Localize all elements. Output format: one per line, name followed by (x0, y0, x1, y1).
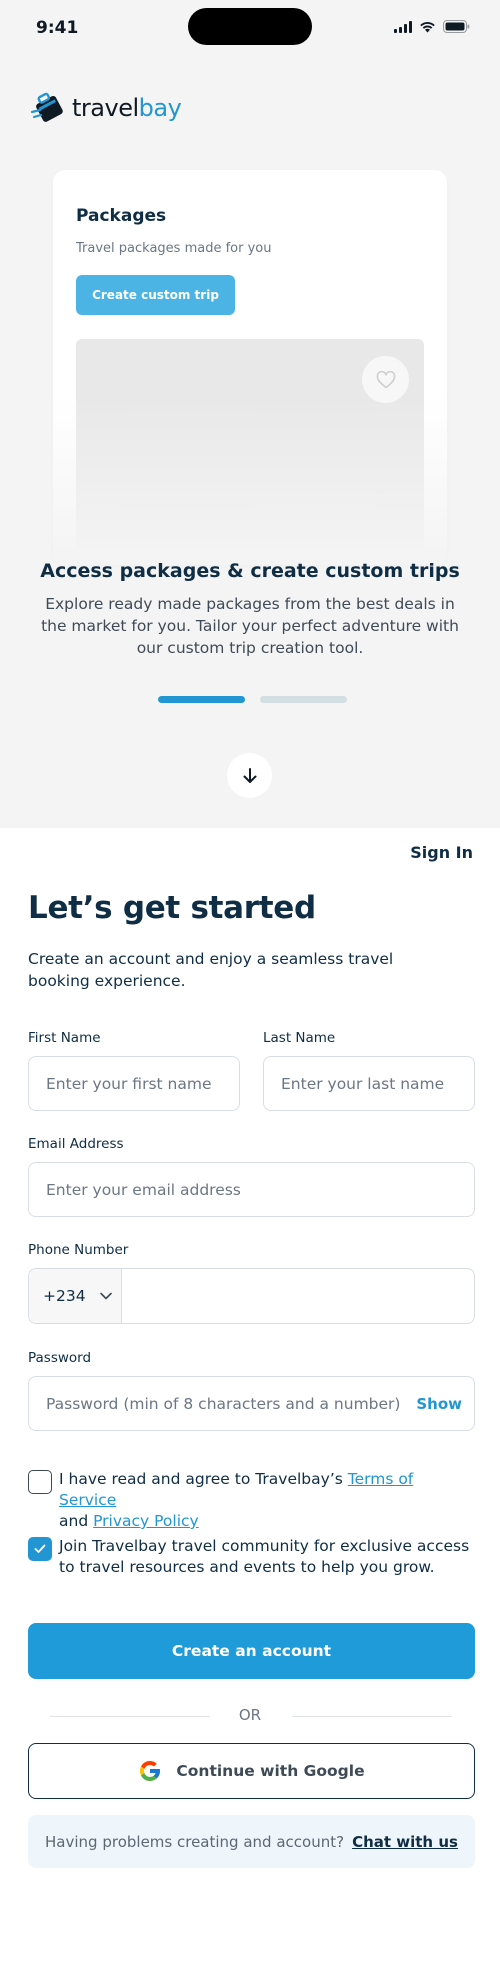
card-fade-overlay (53, 395, 447, 565)
slide-description: Explore ready made packages from the bes… (41, 595, 459, 657)
signal-icon (394, 20, 412, 33)
wifi-icon (420, 21, 435, 32)
last-name-placeholder: Enter your last name (281, 1074, 445, 1093)
status-icons (394, 20, 470, 33)
create-account-button[interactable]: Create an account (28, 1623, 475, 1679)
carousel-indicator[interactable] (260, 696, 347, 703)
country-code-select[interactable]: +234 (29, 1269, 122, 1323)
chevron-down-icon (99, 1292, 112, 1300)
email-placeholder: Enter your email address (46, 1180, 241, 1199)
sign-in-link[interactable]: Sign In (410, 843, 473, 862)
phone-number-field: +234 (28, 1268, 475, 1324)
help-text: Having problems creating and account? (45, 1832, 345, 1851)
country-code-value: +234 (43, 1287, 86, 1305)
password-placeholder: Password (min of 8 characters and a numb… (46, 1394, 401, 1413)
travelbay-logo: travelbay (30, 90, 182, 126)
create-custom-trip-button: Create custom trip (76, 275, 235, 315)
community-text: Join Travelbay travel community for excl… (59, 1537, 470, 1576)
page-title: Let’s get started (28, 890, 316, 926)
help-banner: Having problems creating and account? Ch… (28, 1815, 475, 1868)
continue-with-google-button[interactable]: Continue with Google (28, 1743, 475, 1799)
show-password-toggle[interactable]: Show (416, 1377, 462, 1430)
terms-text: I have read and agree to Travelbay’s Ter… (59, 1470, 414, 1530)
or-divider-label: OR (238, 1706, 262, 1724)
card-subtitle: Travel packages made for you (76, 241, 272, 256)
suitcase-logo-icon (30, 92, 63, 122)
intro-text: Create an account and enjoy a seamless t… (28, 950, 394, 990)
scroll-down-button[interactable] (227, 753, 272, 798)
checkmark-icon (34, 1544, 46, 1553)
brand-name: travelbay (72, 94, 182, 122)
community-checkbox[interactable] (28, 1537, 52, 1561)
privacy-policy-link[interactable]: Privacy Policy (93, 1512, 199, 1530)
google-button-label: Continue with Google (176, 1762, 365, 1780)
divider-right (292, 1716, 452, 1717)
terms-checkbox[interactable] (28, 1470, 52, 1494)
password-field[interactable]: Password (min of 8 characters and a numb… (28, 1376, 475, 1431)
email-field[interactable]: Enter your email address (28, 1162, 475, 1217)
battery-icon (443, 20, 470, 33)
last-name-field[interactable]: Enter your last name (263, 1056, 475, 1111)
card-title: Packages (76, 206, 167, 226)
first-name-field[interactable]: Enter your first name (28, 1056, 240, 1111)
status-time: 9:41 (36, 18, 79, 38)
onboarding-section: 9:41 travelbay Packages Travel packages … (0, 0, 500, 828)
last-name-label: Last Name (263, 1030, 336, 1046)
chat-with-us-link[interactable]: Chat with us (352, 1833, 458, 1851)
phone-number-input[interactable] (123, 1269, 474, 1323)
phone-label: Phone Number (28, 1242, 129, 1258)
password-label: Password (28, 1350, 92, 1366)
email-label: Email Address (28, 1136, 124, 1152)
packages-preview-card: Packages Travel packages made for you Cr… (53, 170, 447, 565)
arrow-down-icon (243, 767, 256, 783)
first-name-placeholder: Enter your first name (46, 1074, 212, 1093)
dynamic-island (188, 8, 312, 45)
heart-icon (376, 370, 395, 388)
slide-title: Access packages & create custom trips (40, 560, 460, 582)
carousel-indicator-active[interactable] (158, 696, 245, 703)
google-icon (140, 1761, 161, 1781)
first-name-label: First Name (28, 1030, 101, 1046)
